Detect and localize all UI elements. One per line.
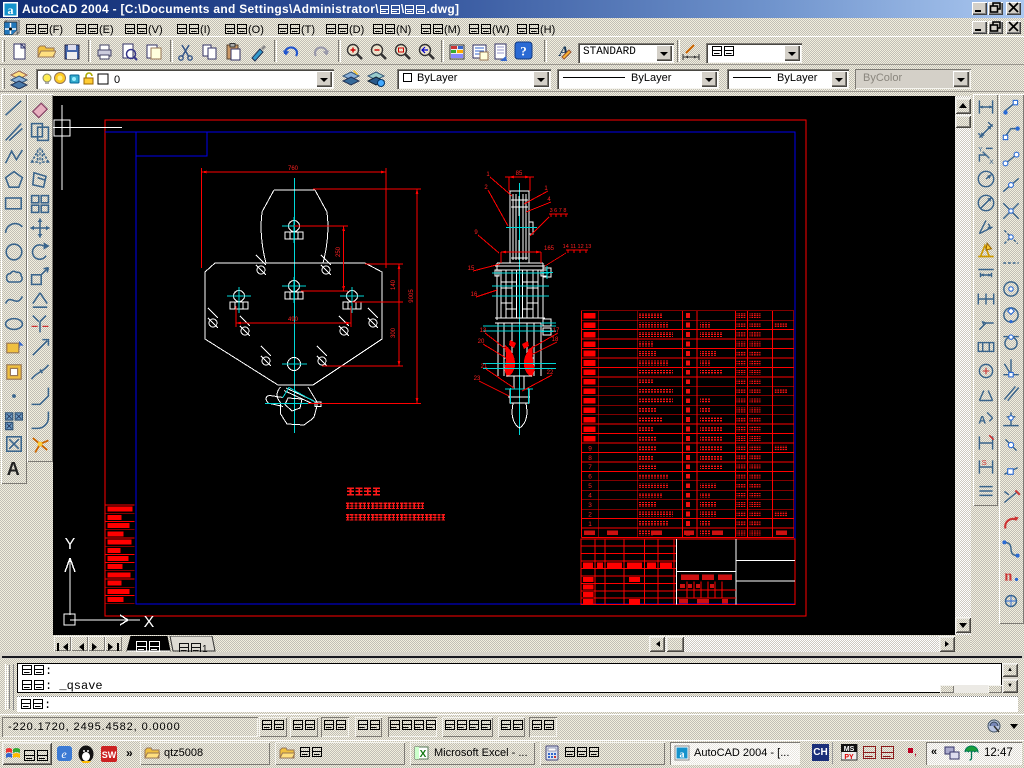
svg-text:a: a (680, 750, 685, 761)
svg-text:23: 23 (474, 376, 481, 382)
svg-text:15: 15 (468, 266, 475, 272)
svg-text:8: 8 (588, 455, 592, 462)
svg-text:140: 140 (391, 279, 397, 290)
svg-text:760: 760 (288, 166, 299, 172)
svg-text:X: X (144, 614, 155, 631)
svg-text:n: n (1004, 569, 1012, 585)
svg-text:85: 85 (516, 171, 523, 177)
svg-text:X: X (989, 159, 994, 166)
svg-text:A: A (7, 459, 20, 479)
svg-text:0: 0 (114, 74, 120, 86)
svg-text:5: 5 (588, 483, 592, 490)
svg-text:21: 21 (481, 364, 488, 370)
svg-text:165: 165 (544, 246, 555, 252)
svg-text:20: 20 (478, 339, 485, 345)
svg-text:a: a (8, 3, 14, 17)
svg-text:18: 18 (552, 337, 559, 343)
svg-text:490: 490 (288, 317, 299, 323)
svg-text:22: 22 (547, 370, 554, 376)
svg-text:7: 7 (588, 464, 592, 471)
svg-text:Y: Y (65, 536, 76, 553)
svg-text:»: » (126, 746, 133, 760)
svg-text:A: A (978, 414, 986, 426)
svg-text:4: 4 (588, 493, 592, 500)
svg-text:PY: PY (844, 754, 854, 761)
svg-text:13: 13 (480, 328, 487, 334)
svg-text:1: 1 (486, 172, 490, 178)
svg-text:SW: SW (102, 750, 117, 760)
svg-text:3: 3 (588, 502, 592, 509)
svg-text:3 6 7 8: 3 6 7 8 (550, 208, 567, 214)
svg-text:X: X (420, 749, 427, 760)
svg-text:9: 9 (588, 445, 592, 452)
svg-text:16: 16 (471, 292, 478, 298)
svg-text:e: e (61, 747, 67, 761)
svg-text:9: 9 (474, 230, 478, 236)
svg-text:S: S (982, 458, 987, 467)
svg-text:Y: Y (978, 147, 983, 154)
svg-text:MS: MS (844, 746, 855, 753)
svg-text:9005: 9005 (409, 289, 415, 303)
svg-text:2: 2 (484, 185, 488, 191)
svg-text:14 11 12 13: 14 11 12 13 (563, 244, 592, 250)
svg-text:17: 17 (553, 328, 560, 334)
svg-text:?: ? (520, 44, 527, 59)
svg-text:6: 6 (588, 474, 592, 481)
svg-text:300: 300 (391, 327, 397, 338)
svg-text:1: 1 (588, 521, 592, 528)
svg-text:2: 2 (588, 511, 592, 518)
svg-text:250: 250 (336, 246, 342, 257)
